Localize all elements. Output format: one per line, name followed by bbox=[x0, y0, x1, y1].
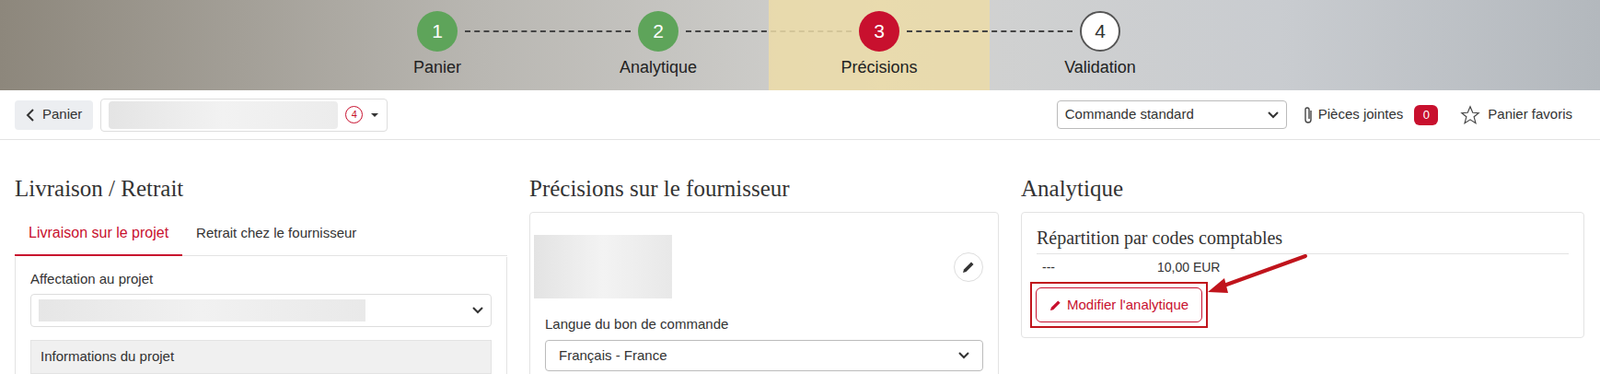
edit-supplier-button[interactable] bbox=[953, 252, 984, 282]
star-icon bbox=[1460, 104, 1481, 126]
annotation-box: Modifier l'analytique bbox=[1030, 281, 1208, 328]
back-button[interactable]: Panier bbox=[14, 100, 93, 130]
blurred-value bbox=[38, 299, 366, 322]
delivery-column: Livraison / Retrait Livraison sur le pro… bbox=[14, 174, 508, 374]
supplier-column: Précisions sur le fournisseur Langue du … bbox=[529, 174, 999, 374]
content: Livraison / Retrait Livraison sur le pro… bbox=[0, 139, 1600, 374]
analytics-card: Répartition par codes comptables ---10,0… bbox=[1020, 211, 1585, 338]
supplier-title: Précisions sur le fournisseur bbox=[529, 174, 999, 203]
supplier-logo bbox=[533, 234, 673, 299]
step[interactable]: 4 Validation bbox=[989, 0, 1211, 91]
cart-select[interactable]: 4 bbox=[100, 98, 388, 132]
pencil-icon bbox=[962, 260, 975, 274]
supplier-card: Langue du bon de commande Français - Fra… bbox=[529, 211, 999, 374]
delivery-tabs: Livraison sur le projetRetrait chez le f… bbox=[14, 211, 508, 256]
project-label: Affectation au projet bbox=[30, 269, 492, 289]
stepper: 1 Panier 2 Analytique 3 Précisions 4 Validation bbox=[326, 0, 1211, 91]
chevron-down-icon bbox=[472, 306, 484, 314]
annotation-arrow-icon bbox=[1205, 252, 1310, 304]
analytics-title: Analytique bbox=[1020, 174, 1585, 203]
step-number: 1 bbox=[417, 11, 458, 52]
attachments-count: 0 bbox=[1414, 104, 1438, 126]
favorites-button[interactable]: Panier favoris bbox=[1460, 104, 1573, 126]
step-label: Précisions bbox=[840, 57, 917, 78]
step[interactable]: 1 Panier bbox=[326, 0, 548, 91]
cart-badge: 4 bbox=[345, 105, 363, 124]
analytics-subtitle: Répartition par codes comptables bbox=[1036, 225, 1569, 255]
delivery-tab[interactable]: Retrait chez le fournisseur bbox=[182, 211, 371, 256]
project-info: Informations du projet bbox=[30, 339, 492, 374]
delivery-card: Affectation au projet Informations du pr… bbox=[14, 256, 508, 374]
edit-analytics-button[interactable]: Modifier l'analytique bbox=[1035, 287, 1203, 323]
step[interactable]: 3 Précisions bbox=[768, 0, 990, 91]
step-label: Analytique bbox=[619, 57, 697, 78]
step[interactable]: 2 Analytique bbox=[547, 0, 769, 91]
chevron-down-icon bbox=[958, 351, 970, 360]
pencil-icon bbox=[1049, 299, 1062, 312]
delivery-title: Livraison / Retrait bbox=[14, 174, 508, 203]
language-select[interactable]: Français - France bbox=[544, 339, 984, 372]
caret-icon bbox=[370, 112, 380, 118]
step-connector bbox=[906, 30, 1073, 33]
chevron-left-icon bbox=[25, 108, 35, 122]
step-connector bbox=[464, 30, 631, 33]
language-label: Langue du bon de commande bbox=[544, 314, 984, 334]
blurred-value bbox=[108, 101, 338, 129]
step-label: Validation bbox=[1064, 57, 1137, 78]
analytics-column: Analytique Répartition par codes comptab… bbox=[1020, 174, 1585, 374]
attachments-button[interactable]: Pièces jointes 0 bbox=[1301, 104, 1439, 126]
toolbar: Panier 4 Commande standard Pièces jointe… bbox=[0, 90, 1600, 140]
step-number: 2 bbox=[637, 11, 679, 52]
order-type-select[interactable]: Commande standard bbox=[1056, 100, 1287, 129]
step-number: 3 bbox=[858, 11, 900, 52]
header-banner: 1 Panier 2 Analytique 3 Précisions 4 Validation bbox=[0, 0, 1600, 91]
delivery-tab[interactable]: Livraison sur le projet bbox=[14, 211, 183, 256]
step-number: 4 bbox=[1079, 11, 1121, 52]
project-select[interactable] bbox=[30, 293, 492, 327]
chevron-down-icon bbox=[1267, 111, 1279, 119]
paperclip-icon bbox=[1301, 104, 1315, 126]
step-label: Panier bbox=[413, 57, 462, 78]
